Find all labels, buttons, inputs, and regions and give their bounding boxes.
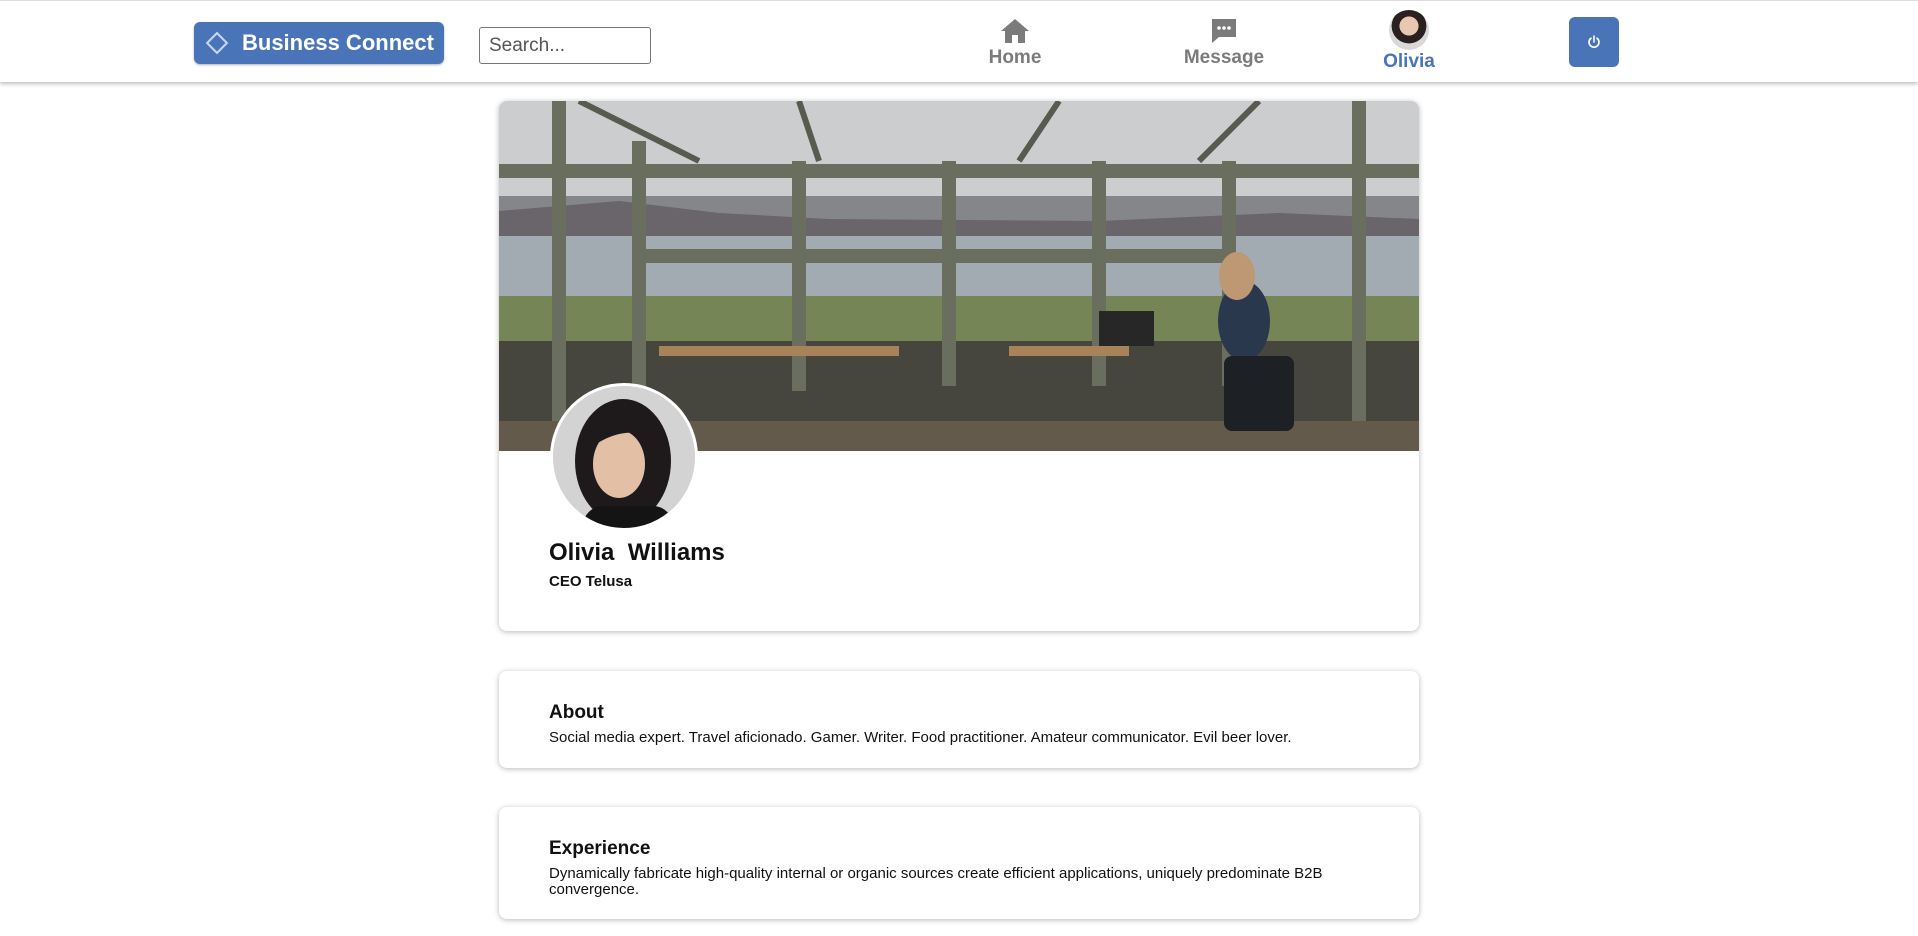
nav-home-label: Home: [988, 47, 1042, 68]
avatar: [1389, 10, 1429, 50]
logout-button[interactable]: [1569, 17, 1619, 67]
experience-card: Experience Dynamically fabricate high-qu…: [499, 807, 1419, 919]
diamond-logo-icon: [205, 31, 229, 55]
brand-logo[interactable]: Business Connect: [194, 22, 444, 64]
search-input[interactable]: [479, 27, 651, 64]
top-navigation-bar: Business Connect Home Message Olivia: [0, 0, 1918, 82]
about-card: About Social media expert. Travel aficio…: [499, 671, 1419, 768]
about-text: Social media expert. Travel aficionado. …: [549, 729, 1292, 746]
nav-profile[interactable]: Olivia: [1376, 10, 1442, 72]
nav-message[interactable]: Message: [1172, 15, 1276, 75]
profile-headline: CEO Telusa: [549, 573, 633, 590]
profile-photo: [553, 386, 695, 528]
experience-title: Experience: [549, 838, 651, 859]
power-icon: [1588, 35, 1600, 48]
nav-home[interactable]: Home: [974, 15, 1056, 75]
brand-name: Business Connect: [242, 30, 434, 55]
profile-name: Olivia Williams: [549, 539, 725, 566]
profile-avatar: [550, 383, 698, 531]
home-icon: [1001, 19, 1029, 43]
nav-message-label: Message: [1183, 47, 1265, 68]
about-title: About: [549, 702, 604, 723]
message-icon: [1212, 19, 1236, 43]
experience-text: Dynamically fabricate high-quality inter…: [549, 865, 1323, 898]
profile-card: Olivia Williams CEO Telusa: [499, 101, 1419, 631]
nav-profile-label: Olivia: [1383, 51, 1435, 72]
